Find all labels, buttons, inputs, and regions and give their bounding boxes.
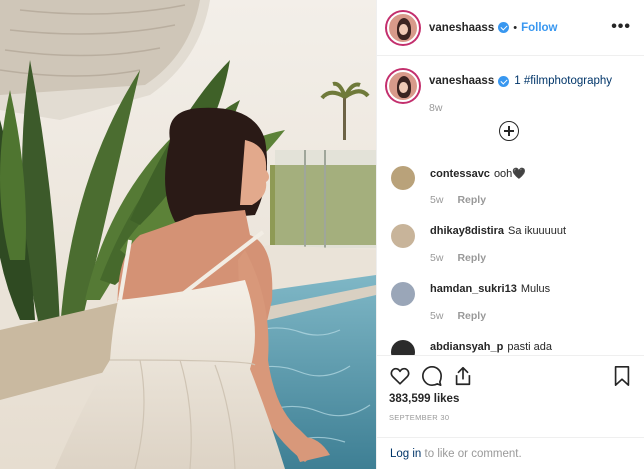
reply-button[interactable]: Reply: [457, 194, 486, 206]
like-heart-icon[interactable]: [389, 365, 411, 387]
comment-text: Sa ikuuuuut: [507, 225, 567, 237]
more-options-icon[interactable]: •••: [611, 19, 631, 35]
login-link[interactable]: Log in: [390, 448, 421, 460]
follow-button[interactable]: Follow: [521, 22, 557, 34]
post-sidebar: vaneshaass • Follow ••• vaneshaass 1 #fi…: [376, 0, 644, 469]
caption-emoji: 1: [514, 75, 521, 87]
caption-hashtag[interactable]: #filmphotography: [524, 75, 612, 87]
comment-list: contessavc ooh🖤 5w Reply dhikay8distira Sa …: [391, 161, 636, 355]
reply-button[interactable]: Reply: [457, 310, 486, 322]
post-header: vaneshaass • Follow •••: [377, 0, 644, 56]
comment-item: dhikay8distira Sa ikuuuuut 5w Reply: [391, 219, 636, 277]
comment-username[interactable]: hamdan_sukri13: [430, 283, 517, 295]
comment-time: 5w: [430, 194, 444, 206]
reply-button[interactable]: Reply: [457, 252, 486, 264]
comment-username[interactable]: abdiansyah_p: [430, 341, 503, 353]
comment-avatar[interactable]: [391, 166, 415, 190]
caption-username[interactable]: vaneshaass: [429, 75, 494, 87]
comment-avatar[interactable]: [391, 340, 415, 355]
comment-avatar[interactable]: [391, 282, 415, 306]
comment-username[interactable]: dhikay8distira: [430, 225, 504, 237]
post-photo[interactable]: [0, 0, 376, 469]
comment-item: abdiansyah_p pasti ada: [391, 335, 636, 355]
comment-text: pasti ada: [507, 341, 553, 353]
caption-avatar[interactable]: [387, 70, 419, 102]
share-icon[interactable]: [452, 365, 474, 387]
comment-username[interactable]: contessavc: [430, 168, 490, 180]
caption-timestamp: 8w: [429, 102, 443, 114]
post-date: SEPTEMBER 30: [389, 413, 450, 422]
login-prompt: Log in to like or comment.: [390, 448, 522, 460]
comment-bubble-icon[interactable]: [421, 365, 443, 387]
comment-avatar[interactable]: [391, 224, 415, 248]
comment-time: 5w: [430, 252, 444, 264]
author-username[interactable]: vaneshaass: [429, 22, 494, 34]
verified-badge-icon: [498, 22, 510, 33]
comment-time: 5w: [430, 310, 444, 322]
author-avatar[interactable]: [387, 11, 419, 44]
caption-body: 1 #filmphotography: [514, 75, 612, 87]
caption-text: vaneshaass 1 #filmphotography: [429, 75, 612, 87]
like-count[interactable]: 383,599 likes: [389, 393, 459, 405]
login-footer: Log in to like or comment.: [377, 437, 644, 469]
load-more-comments-icon[interactable]: [499, 121, 519, 141]
save-bookmark-icon[interactable]: [611, 365, 633, 387]
caption-verified-icon: [498, 75, 510, 87]
comment-item: hamdan_sukri13 Mulus 5w Reply: [391, 277, 636, 335]
comment-item: contessavc ooh🖤 5w Reply: [391, 161, 636, 219]
header-separator: •: [513, 21, 518, 34]
login-prompt-text: to like or comment.: [421, 448, 522, 460]
comment-text: Mulus: [520, 283, 551, 295]
comment-text: ooh🖤: [493, 168, 526, 180]
photo-illustration: [0, 0, 376, 469]
